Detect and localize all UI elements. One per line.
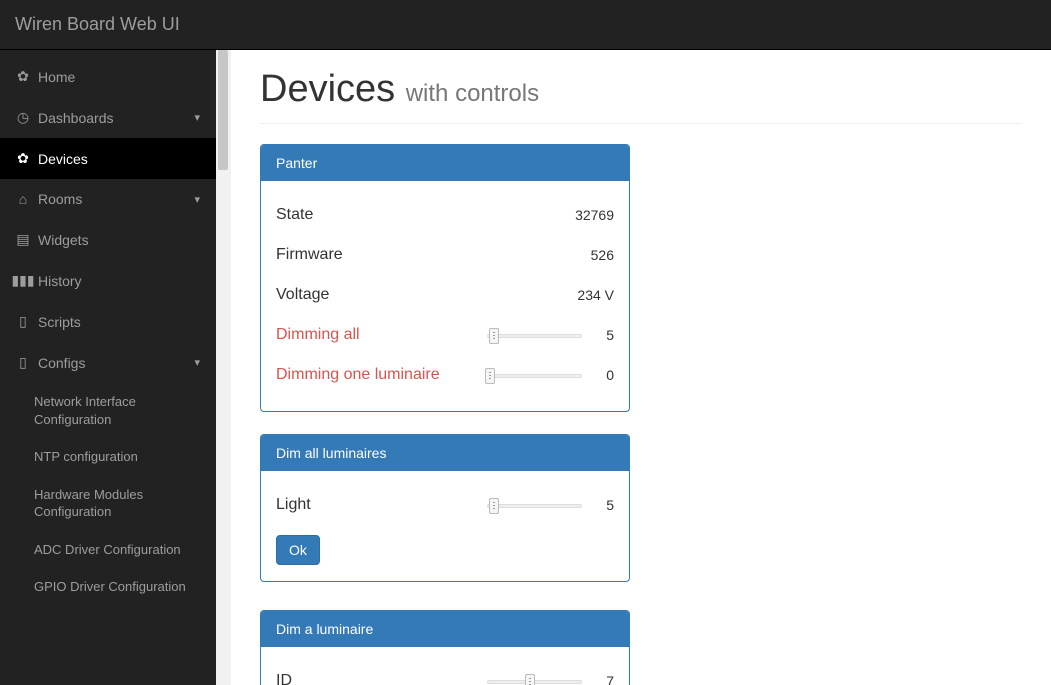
scrollbar-thumb[interactable] — [218, 50, 228, 170]
label-voltage: Voltage — [276, 286, 577, 304]
file-icon: ▯ — [16, 354, 30, 371]
value-id: 7 — [590, 673, 614, 685]
page-title-main: Devices — [260, 68, 395, 110]
nav-configs[interactable]: ▯ Configs ▾ — [0, 342, 216, 383]
label-dimming-one: Dimming one luminaire — [276, 366, 487, 384]
scrollbar[interactable] — [216, 50, 231, 685]
divider — [260, 123, 1021, 124]
nav-devices[interactable]: ✿ Devices — [0, 138, 216, 179]
content-area: Devices with controls Panter State 32769 — [216, 50, 1051, 685]
chevron-down-icon: ▾ — [194, 111, 200, 124]
nav-label: History — [38, 273, 82, 289]
nav-sub-hardware[interactable]: Hardware Modules Configuration — [0, 476, 216, 531]
file-icon: ▯ — [16, 313, 30, 330]
topbar: Wiren Board Web UI — [0, 0, 1051, 50]
brand-title: Wiren Board Web UI — [15, 14, 180, 35]
panel-dim-one: Dim a luminaire ID 7 — [260, 610, 630, 685]
page-title-sub: with controls — [406, 80, 539, 107]
label-id: ID — [276, 672, 487, 685]
nav-label: Home — [38, 69, 75, 85]
page-title: Devices with controls — [260, 68, 1021, 111]
nav-history[interactable]: ▮▮▮ History — [0, 260, 216, 301]
panel-heading: Dim a luminaire — [261, 611, 629, 647]
value-firmware: 526 — [591, 247, 614, 263]
ok-button[interactable]: Ok — [276, 535, 320, 565]
nav-rooms[interactable]: ⌂ Rooms ▾ — [0, 179, 216, 219]
nav-scripts[interactable]: ▯ Scripts — [0, 301, 216, 342]
panel-heading: Dim all luminaires — [261, 435, 629, 471]
value-dimming-one: 0 — [590, 367, 614, 383]
chevron-down-icon: ▾ — [194, 356, 200, 369]
nav-sub-ntp[interactable]: NTP configuration — [0, 438, 216, 476]
nav-home[interactable]: ✿ Home — [0, 56, 216, 97]
nav-label: Rooms — [38, 191, 82, 207]
nav-label: Devices — [38, 151, 88, 167]
nav-label: Scripts — [38, 314, 81, 330]
value-state: 32769 — [575, 207, 614, 223]
row-id: ID 7 — [276, 661, 614, 685]
slider-dimming-all[interactable] — [487, 328, 582, 342]
nav-label: Configs — [38, 355, 85, 371]
panel-dim-all: Dim all luminaires Light 5 — [260, 434, 630, 582]
nav-sub-adc[interactable]: ADC Driver Configuration — [0, 531, 216, 569]
nav-widgets[interactable]: ▤ Widgets — [0, 219, 216, 260]
slider-dimming-one[interactable] — [487, 368, 582, 382]
row-voltage: Voltage 234 V — [276, 275, 614, 315]
panel-heading: Panter — [261, 145, 629, 181]
list-icon: ▤ — [16, 231, 30, 248]
label-dimming-all: Dimming all — [276, 326, 487, 344]
row-firmware: Firmware 526 — [276, 235, 614, 275]
value-dimming-all: 5 — [590, 327, 614, 343]
row-dimming-all: Dimming all 5 — [276, 315, 614, 355]
house-icon: ⌂ — [16, 191, 30, 207]
bars-icon: ▮▮▮ — [16, 272, 30, 289]
nav-sub-gpio[interactable]: GPIO Driver Configuration — [0, 568, 216, 606]
gauge-icon: ◷ — [16, 109, 30, 126]
value-light-all: 5 — [590, 497, 614, 513]
value-voltage: 234 V — [577, 287, 614, 303]
row-light-all: Light 5 — [276, 485, 614, 525]
panel-panter: Panter State 32769 Firmware 526 — [260, 144, 630, 412]
nav-label: Widgets — [38, 232, 89, 248]
nav-sub-network[interactable]: Network Interface Configuration — [0, 383, 216, 438]
row-dimming-one: Dimming one luminaire 0 — [276, 355, 614, 395]
nav-label: Dashboards — [38, 110, 114, 126]
label-light: Light — [276, 496, 487, 514]
label-state: State — [276, 206, 575, 224]
slider-id[interactable] — [487, 674, 582, 685]
gear-icon: ✿ — [16, 68, 30, 85]
slider-light-all[interactable] — [487, 498, 582, 512]
nav-dashboards[interactable]: ◷ Dashboards ▾ — [0, 97, 216, 138]
sidebar: ✿ Home ◷ Dashboards ▾ ✿ Devices ⌂ Rooms … — [0, 50, 216, 685]
row-state: State 32769 — [276, 195, 614, 235]
gear-icon: ✿ — [16, 150, 30, 167]
chevron-down-icon: ▾ — [194, 193, 200, 206]
label-firmware: Firmware — [276, 246, 591, 264]
